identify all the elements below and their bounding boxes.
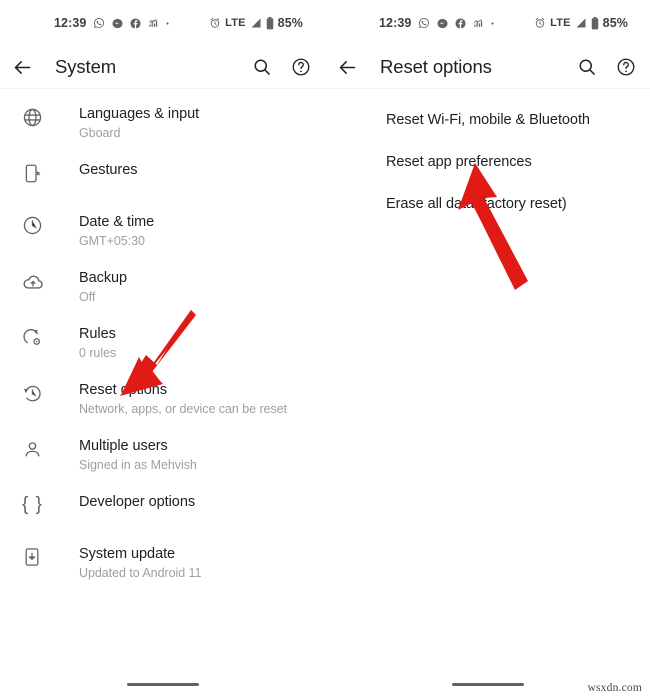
help-icon[interactable] xyxy=(616,57,636,77)
list-item-gestures[interactable]: Gestures xyxy=(0,151,325,203)
messenger-icon xyxy=(112,18,124,29)
list-item-title: Multiple users xyxy=(79,438,168,454)
list-item-subtitle: GMT+05:30 xyxy=(79,234,145,248)
list-item-reset-options[interactable]: Reset options Network, apps, or device c… xyxy=(0,371,325,427)
history-reset-icon xyxy=(22,380,52,404)
alarm-icon xyxy=(534,17,546,29)
status-bar-left: 12:39 xyxy=(54,16,170,30)
rules-icon xyxy=(22,324,52,348)
dot-icon xyxy=(165,21,170,26)
status-bar-left: 12:39 xyxy=(379,16,495,30)
dot-icon xyxy=(490,21,495,26)
person-icon xyxy=(22,436,52,460)
list-item-erase-all-data[interactable]: Erase all data (factory reset) xyxy=(325,183,650,225)
whatsapp-icon xyxy=(93,17,105,29)
list-item-title: Developer options xyxy=(79,494,196,510)
battery-percent-label: 85% xyxy=(602,16,628,30)
app-bar-actions xyxy=(252,57,311,77)
dual-screenshot-composite: 12:39 LTE 85% System Languages & input G… xyxy=(0,0,650,700)
list-item-text: Rules 0 rules xyxy=(79,324,116,362)
messenger-icon xyxy=(437,18,449,29)
list-item-title: Languages & input xyxy=(79,106,200,122)
facebook-icon xyxy=(130,17,142,29)
list-item-text: Languages & input Gboard xyxy=(79,104,199,142)
app-bar: System xyxy=(0,46,325,88)
reset-options-list: Reset Wi-Fi, mobile & Bluetooth Reset ap… xyxy=(325,89,650,225)
system-update-icon xyxy=(22,544,52,567)
list-item-title: Backup xyxy=(79,270,128,286)
facebook-icon xyxy=(455,17,467,29)
list-item-text: Backup Off xyxy=(79,268,127,306)
list-item-title: Rules xyxy=(79,326,116,342)
right-phone-screen: 12:39 LTE 85% Reset options Reset Wi-Fi,… xyxy=(325,0,650,700)
list-item-text: Multiple users Signed in as Mehvish xyxy=(79,436,197,474)
list-item-reset-app-preferences[interactable]: Reset app preferences xyxy=(325,141,650,183)
globe-icon xyxy=(22,104,52,128)
list-item-subtitle: Off xyxy=(79,290,96,304)
list-item-date-time[interactable]: Date & time GMT+05:30 xyxy=(0,203,325,259)
status-bar: 12:39 LTE 85% xyxy=(0,0,325,46)
system-settings-list: Languages & input Gboard Gestures Date &… xyxy=(0,89,325,591)
list-item-languages-input[interactable]: Languages & input Gboard xyxy=(0,95,325,151)
list-item-title: Reset options xyxy=(79,382,168,398)
list-item-text: Reset options Network, apps, or device c… xyxy=(79,380,287,418)
list-item-backup[interactable]: Backup Off xyxy=(0,259,325,315)
gesture-nav-pill[interactable] xyxy=(126,683,199,686)
search-icon[interactable] xyxy=(252,57,272,77)
list-item-subtitle: Gboard xyxy=(79,126,121,140)
app-icon xyxy=(473,18,483,28)
signal-icon xyxy=(250,17,262,29)
search-icon[interactable] xyxy=(577,57,597,77)
battery-icon xyxy=(266,16,274,30)
braces-icon: { } xyxy=(22,494,43,515)
list-item-developer-options[interactable]: { } Developer options xyxy=(0,483,325,535)
list-item-subtitle: Network, apps, or device can be reset xyxy=(79,402,287,416)
network-type-label: LTE xyxy=(225,17,246,29)
alarm-icon xyxy=(209,17,221,29)
list-item-system-update[interactable]: System update Updated to Android 11 xyxy=(0,535,325,591)
app-icon xyxy=(148,18,158,28)
list-item-subtitle: 0 rules xyxy=(79,346,117,360)
cloud-upload-icon xyxy=(22,268,52,293)
signal-icon xyxy=(575,17,587,29)
list-item-text: Developer options xyxy=(79,492,195,511)
battery-icon xyxy=(591,16,599,30)
app-bar-actions xyxy=(577,57,636,77)
list-item-text: Gestures xyxy=(79,160,137,179)
back-arrow-icon[interactable] xyxy=(337,57,358,78)
battery-percent-label: 85% xyxy=(277,16,303,30)
status-bar-right: LTE 85% xyxy=(534,16,628,30)
status-bar: 12:39 LTE 85% xyxy=(325,0,650,46)
network-type-label: LTE xyxy=(550,17,571,29)
status-time: 12:39 xyxy=(54,16,87,30)
gestures-icon xyxy=(22,160,52,184)
status-time: 12:39 xyxy=(379,16,412,30)
list-item-reset-wifi-mobile-bluetooth[interactable]: Reset Wi-Fi, mobile & Bluetooth xyxy=(325,99,650,141)
clock-icon xyxy=(22,212,52,236)
back-arrow-icon[interactable] xyxy=(12,57,33,78)
list-item-multiple-users[interactable]: Multiple users Signed in as Mehvish xyxy=(0,427,325,483)
list-item-rules[interactable]: Rules 0 rules xyxy=(0,315,325,371)
page-title: System xyxy=(55,56,117,77)
page-title: Reset options xyxy=(380,56,492,77)
list-item-subtitle: Updated to Android 11 xyxy=(79,566,202,580)
watermark: wsxdn.com xyxy=(587,682,642,694)
app-bar: Reset options xyxy=(325,46,650,88)
list-item-title: Gestures xyxy=(79,162,138,178)
left-phone-screen: 12:39 LTE 85% System Languages & input G… xyxy=(0,0,325,700)
help-icon[interactable] xyxy=(291,57,311,77)
gesture-nav-pill[interactable] xyxy=(451,683,524,686)
whatsapp-icon xyxy=(418,17,430,29)
status-bar-right: LTE 85% xyxy=(209,16,303,30)
list-item-text: System update Updated to Android 11 xyxy=(79,544,201,582)
list-item-title: Date & time xyxy=(79,214,155,230)
list-item-subtitle: Signed in as Mehvish xyxy=(79,458,197,472)
list-item-text: Date & time GMT+05:30 xyxy=(79,212,154,250)
list-item-title: System update xyxy=(79,546,176,562)
